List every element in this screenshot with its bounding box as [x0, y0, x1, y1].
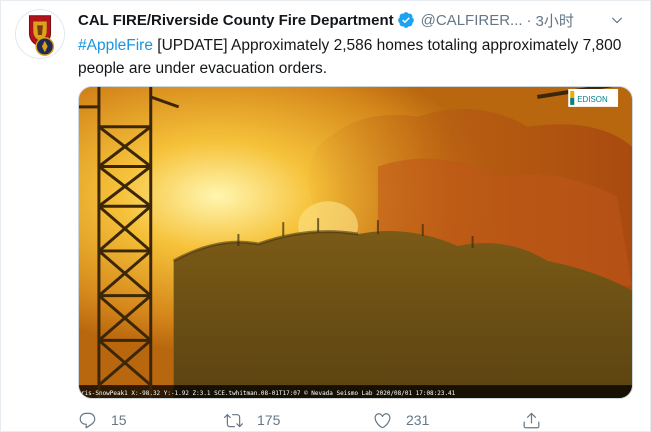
tweet-card[interactable]: CAL FIRE/Riverside County Fire Departmen…	[0, 0, 651, 432]
timestamp[interactable]: 3小时	[536, 10, 574, 31]
share-button[interactable]	[522, 411, 541, 430]
edison-watermark: EDISON	[577, 95, 608, 104]
like-count: 231	[406, 412, 430, 428]
camera-overlay-caption: ris-SnowPeak1 X:-98.32 Y:-1.92 Z:3.1 SCE…	[81, 390, 456, 397]
author-handle[interactable]: @CALFIRER...	[421, 12, 523, 29]
tweet-media[interactable]: EDISON ris-SnowPeak1 X:-98.32 Y:-1.92 Z:…	[78, 86, 633, 399]
retweet-button[interactable]: 175	[224, 411, 280, 430]
retweet-count: 175	[257, 412, 281, 428]
heart-icon	[374, 412, 391, 428]
verified-badge-icon	[397, 11, 415, 29]
header-separator: ·	[526, 11, 532, 29]
hashtag-link[interactable]: #AppleFire	[78, 37, 153, 54]
author-name[interactable]: CAL FIRE/Riverside County Fire Departmen…	[78, 12, 394, 29]
wildfire-photo: EDISON ris-SnowPeak1 X:-98.32 Y:-1.92 Z:…	[79, 87, 632, 398]
avatar[interactable]	[15, 9, 65, 59]
tweet-text: #AppleFire [UPDATE] Approximately 2,586 …	[78, 34, 638, 80]
chevron-down-icon[interactable]	[606, 9, 628, 31]
like-button[interactable]: 231	[373, 411, 429, 430]
retweet-icon	[224, 413, 243, 427]
tweet-header: CAL FIRE/Riverside County Fire Departmen…	[78, 9, 638, 31]
tweet-actions: 15 175 231	[78, 409, 558, 431]
share-icon	[523, 412, 540, 428]
reply-button[interactable]: 15	[78, 411, 127, 430]
reply-count: 15	[111, 412, 127, 428]
reply-icon	[79, 412, 96, 428]
tweet-body: [UPDATE] Approximately 2,586 homes total…	[78, 37, 622, 77]
cal-fire-logo-icon	[16, 10, 64, 58]
